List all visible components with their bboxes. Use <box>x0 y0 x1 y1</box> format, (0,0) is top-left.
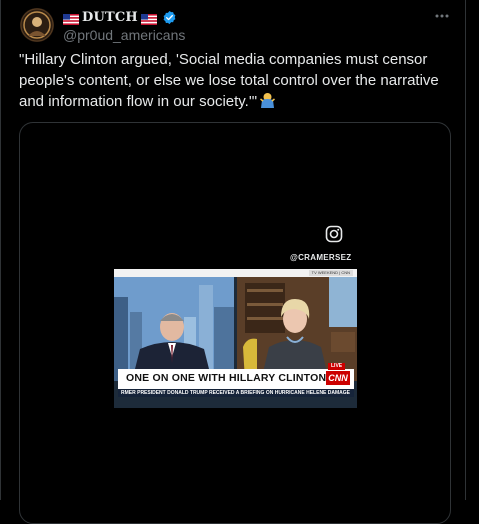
tweet-text: "Hillary Clinton argued, 'Social media c… <box>19 49 449 112</box>
video-top-strip-label: TV WEEKEND | CNN <box>308 270 353 276</box>
video-ticker-text: RMER PRESIDENT DONALD TRUMP RECEIVED A B… <box>121 390 350 396</box>
video-ticker: RMER PRESIDENT DONALD TRUMP RECEIVED A B… <box>118 389 354 397</box>
instagram-icon <box>325 225 343 243</box>
column-border-right <box>465 0 466 500</box>
video-overlay-handle: @CRAMERSEZ <box>290 253 352 262</box>
tweet-post[interactable]: DUTCH @pr0ud_americans "Hillary Clinton … <box>1 0 465 524</box>
tweet-text-body: "Hillary Clinton argued, 'Social media c… <box>19 51 439 110</box>
author-name-row[interactable]: DUTCH <box>63 8 177 26</box>
video-lower-third: ONE ON ONE WITH HILLARY CLINTON LIVE CNN <box>118 363 354 389</box>
more-options-button[interactable] <box>429 6 455 26</box>
video-live-badge: LIVE <box>328 363 346 370</box>
video-host-panel <box>114 277 234 381</box>
author-display-name[interactable]: DUTCH <box>82 10 138 25</box>
verified-badge-icon[interactable] <box>162 10 177 25</box>
us-flag-icon <box>140 12 157 25</box>
person-shrugging-emoji-icon <box>260 92 275 108</box>
author-handle[interactable]: @pr0ud_americans <box>63 27 185 43</box>
cnn-logo: CNN <box>326 371 350 385</box>
video-headline: ONE ON ONE WITH HILLARY CLINTON <box>126 372 327 384</box>
video-media-card[interactable]: @CRAMERSEZ TV WEEKEND | CNN ONE ON ONE W… <box>19 122 451 524</box>
us-flag-icon <box>63 12 79 25</box>
video-top-strip: TV WEEKEND | CNN <box>114 269 357 277</box>
author-avatar[interactable] <box>20 8 54 42</box>
video-frame[interactable]: TV WEEKEND | CNN ONE ON ONE WITH HILLARY… <box>114 269 357 408</box>
more-horizontal-icon <box>435 14 449 18</box>
